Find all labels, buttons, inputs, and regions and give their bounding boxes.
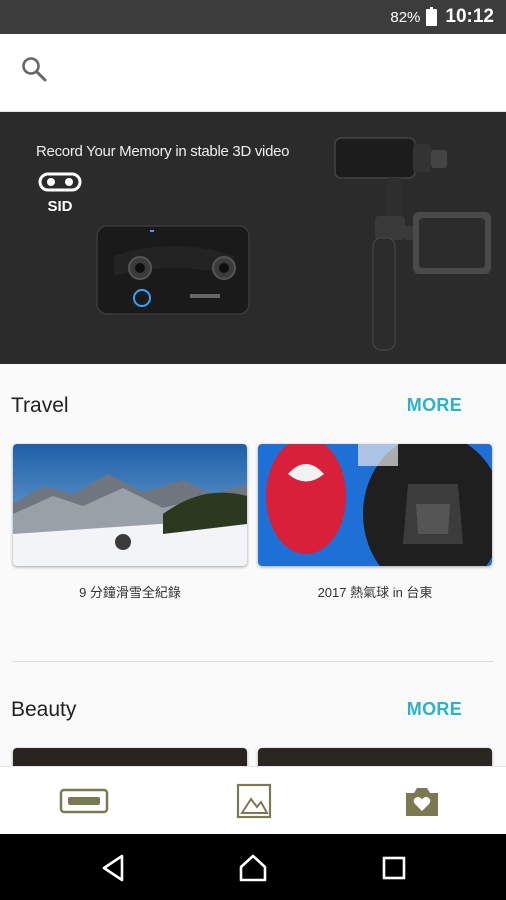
sid-logo-text: SID [47,198,72,215]
section-title: Beauty [11,698,77,721]
snowy-mountains-image [13,444,247,566]
section-travel: Travel MORE 9 分鐘滑雪全紀錄 2017 熱氣球 in 台東 [0,364,506,661]
banner-headline: Record Your Memory in stable 3D video [36,143,290,160]
status-time: 10:12 [445,6,494,27]
system-nav-bar [0,834,506,900]
video-thumbnail[interactable] [258,444,492,566]
gimbal-image [334,137,491,351]
tab-favorites[interactable] [372,767,472,835]
hot-air-balloons-image [258,444,492,566]
more-button[interactable]: MORE [407,395,462,416]
battery-icon [426,6,438,26]
3d-camera-image [96,225,250,315]
battery-percentage: 82% [390,8,421,26]
section-title: Travel [11,394,69,417]
back-icon[interactable] [98,852,130,884]
sid-logo: SID [38,172,82,215]
more-button[interactable]: MORE [407,699,462,720]
home-icon[interactable] [237,852,269,884]
section-beauty: Beauty MORE [0,662,506,766]
video-thumbnail[interactable] [258,748,492,766]
recents-icon[interactable] [378,852,410,884]
gallery-icon [236,783,272,819]
video-card[interactable]: 2017 熱氣球 in 台東 [258,444,492,601]
video-card[interactable]: 9 分鐘滑雪全紀錄 [13,444,247,601]
tab-vr[interactable] [34,767,134,835]
bottom-tab-bar [0,766,506,834]
promo-banner[interactable]: Record Your Memory in stable 3D video SI… [0,112,506,364]
status-bar: 82% 10:12 [0,0,506,34]
search-icon[interactable] [20,55,48,83]
video-thumbnail[interactable] [13,444,247,566]
search-bar [0,34,506,112]
camera-heart-icon [406,788,438,816]
video-caption: 9 分鐘滑雪全紀錄 [79,585,181,600]
video-thumbnail[interactable] [13,748,247,766]
video-caption: 2017 熱氣球 in 台東 [317,585,433,600]
vr-headset-icon [59,788,109,814]
tab-gallery[interactable] [204,767,304,835]
